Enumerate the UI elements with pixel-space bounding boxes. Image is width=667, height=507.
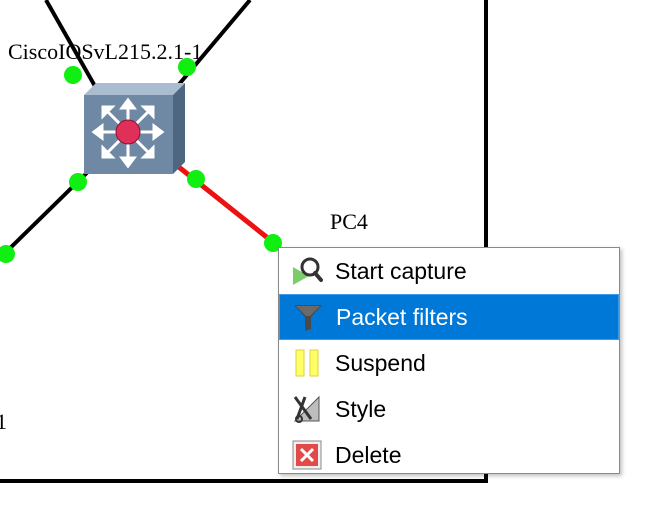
port-dot [64, 66, 82, 84]
menu-item-style[interactable]: Style [279, 386, 619, 432]
menu-item-label: Start capture [335, 257, 467, 284]
link-switch-pc4[interactable] [168, 158, 276, 245]
menu-item-label: Style [335, 395, 387, 422]
suspend-icon [295, 349, 319, 377]
port-dot [69, 173, 87, 191]
port-dot [187, 170, 205, 188]
link-switch-bottom-left[interactable] [0, 158, 102, 260]
menu-item-packet-filters[interactable]: Packet filters [279, 294, 619, 340]
menu-item-start-capture[interactable]: Start capture [279, 248, 619, 294]
start-capture-icon [293, 257, 323, 285]
pc4-label: PC4 [330, 209, 368, 234]
node-label-partial: 1 [0, 409, 7, 434]
menu-item-delete[interactable]: Delete [279, 432, 619, 478]
context-menu: Start capture Packet filters Suspend Sty… [278, 247, 620, 474]
style-icon [293, 395, 320, 423]
packet-filter-icon [294, 305, 322, 331]
delete-icon [292, 440, 322, 470]
menu-item-suspend[interactable]: Suspend [279, 340, 619, 386]
switch-label: CiscoIOSvL215.2.1-1 [8, 39, 203, 64]
menu-item-label: Suspend [335, 349, 426, 376]
menu-item-label: Delete [335, 441, 402, 468]
switch-icon[interactable] [84, 83, 185, 174]
menu-item-label: Packet filters [336, 303, 468, 330]
